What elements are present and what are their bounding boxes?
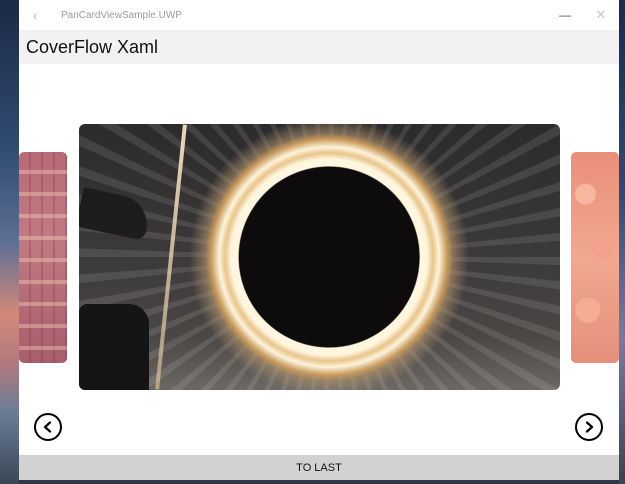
image-detail (79, 187, 153, 241)
close-icon: ✕ (595, 7, 607, 22)
desktop-background-right (619, 0, 625, 484)
window-controls: — ✕ (547, 0, 619, 30)
cover-flow (19, 64, 619, 454)
app-title: PanCardViewSample.UWP (61, 9, 182, 21)
app-window: ‹ PanCardViewSample.UWP — ✕ CoverFlow Xa… (19, 0, 619, 480)
page-header: CoverFlow Xaml (19, 30, 619, 64)
close-button[interactable]: ✕ (583, 0, 619, 30)
previous-card-image[interactable] (19, 152, 67, 363)
next-button[interactable] (575, 413, 603, 441)
chevron-right-circle-icon (585, 421, 594, 433)
chevron-left-circle-icon (43, 421, 52, 433)
previous-button[interactable] (34, 413, 62, 441)
light-streak (155, 124, 187, 390)
next-card-image[interactable] (571, 152, 619, 363)
current-card-image[interactable] (79, 124, 560, 390)
chevron-left-icon: ‹ (32, 7, 38, 23)
back-button[interactable]: ‹ (19, 0, 51, 30)
image-detail (79, 304, 149, 390)
minimize-icon: — (559, 8, 571, 22)
desktop-background-left (0, 0, 19, 484)
to-last-button[interactable]: TO LAST (19, 455, 619, 480)
minimize-button[interactable]: — (547, 0, 583, 30)
page-title: CoverFlow Xaml (26, 36, 159, 57)
title-bar: ‹ PanCardViewSample.UWP — ✕ (19, 0, 619, 30)
